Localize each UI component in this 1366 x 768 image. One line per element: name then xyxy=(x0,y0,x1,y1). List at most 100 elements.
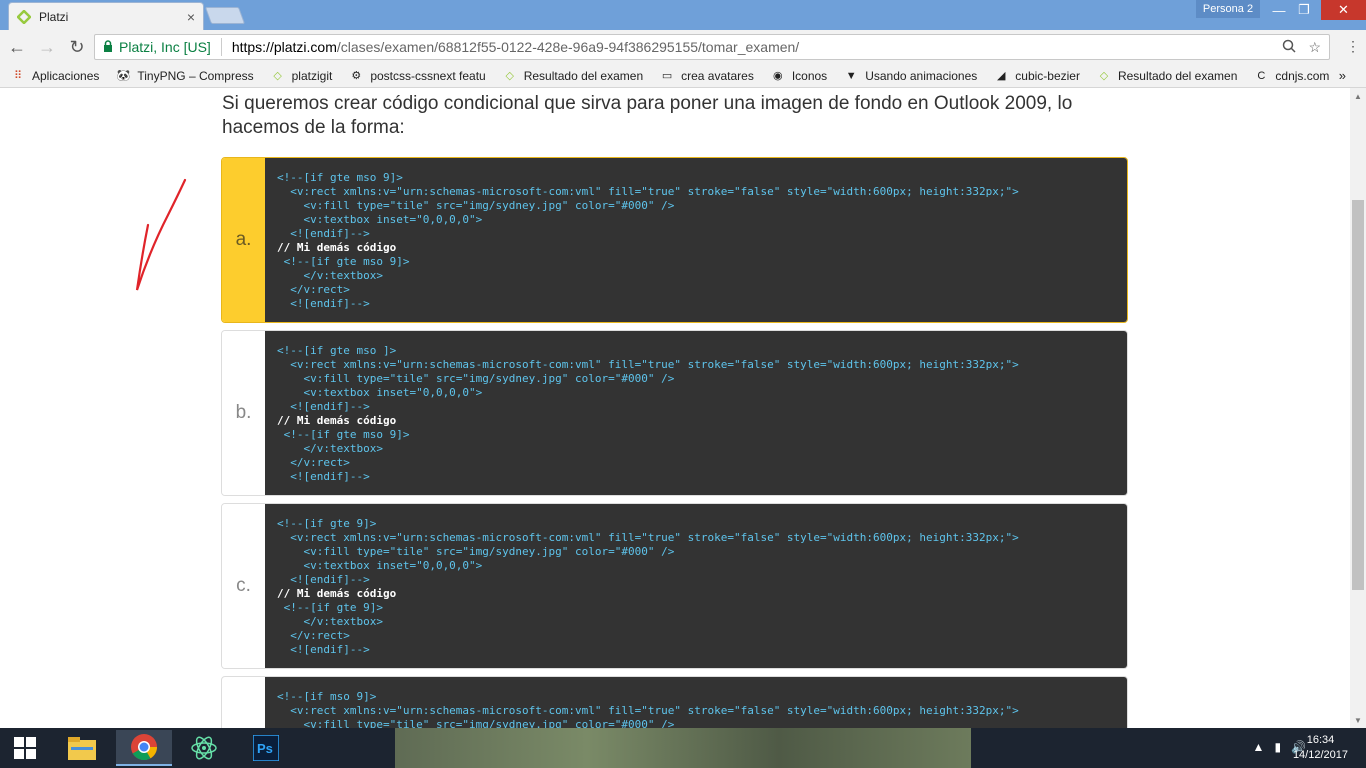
browser-menu-icon[interactable]: ⋮ xyxy=(1346,38,1360,55)
code-line: <![endif]--> xyxy=(277,400,370,413)
site-identity[interactable]: Platzi, Inc [US] xyxy=(119,39,211,55)
bookmark-label: Aplicaciones xyxy=(32,68,100,83)
windows-start-icon[interactable] xyxy=(0,728,50,768)
mdn-icon: ▼ xyxy=(845,69,857,82)
bookmark-label: Iconos xyxy=(791,68,828,83)
answer-code-block: <!--[if gte mso ]> <v:rect xmlns:v="urn:… xyxy=(265,331,1127,495)
chrome-icon[interactable] xyxy=(116,730,172,766)
windows-taskbar: Ps ▲ ▮ 🔊 16:34 14/12/2017 xyxy=(0,728,1366,768)
bookmark-item[interactable]: ⚙ postcss-cssnext featu xyxy=(348,68,485,84)
profile-button[interactable]: Persona 2 xyxy=(1196,0,1260,18)
bookmark-item[interactable]: ◢ cubic-bezier xyxy=(993,68,1080,84)
apps-grid-icon: ⠿ xyxy=(13,70,23,82)
page-content: Si queremos crear código condicional que… xyxy=(0,88,1350,728)
platzi-icon: ◇ xyxy=(273,70,282,82)
answer-option-letter: c. xyxy=(222,504,265,668)
maximize-icon[interactable]: ❐ xyxy=(1287,0,1321,20)
answer-option[interactable]: a. <!--[if gte mso 9]> <v:rect xmlns:v="u… xyxy=(221,157,1128,323)
code-line: <!--[if gte mso 9]> xyxy=(277,171,403,184)
bookmark-star-icon[interactable]: ☆ xyxy=(1308,39,1321,56)
bookmark-item[interactable]: ▼ Usando animaciones xyxy=(843,68,978,84)
page-icon: ▭ xyxy=(661,70,673,82)
new-tab-button[interactable] xyxy=(204,7,246,24)
address-bar[interactable]: Platzi, Inc [US] https://platzi.com /cla… xyxy=(94,34,1330,60)
code-line: <!--[if mso 9]> xyxy=(277,690,377,703)
code-line: <v:fill type="tile" src="img/sydney.jpg"… xyxy=(277,372,675,385)
bookmark-item[interactable]: 🐼 TinyPNG – Compress xyxy=(115,68,254,84)
photoshop-icon[interactable]: Ps xyxy=(238,730,294,766)
bookmark-label: cubic-bezier xyxy=(1015,68,1080,83)
postcss-icon: ⚙ xyxy=(351,70,362,82)
bookmark-item[interactable]: Ccdnjs.com xyxy=(1253,68,1329,84)
iconos-icon: ◉ xyxy=(773,70,783,82)
answer-code-block: <!--[if gte mso 9]> <v:rect xmlns:v="urn… xyxy=(265,158,1127,322)
platzi-icon: ◇ xyxy=(505,70,514,82)
code-line: <![endif]--> xyxy=(277,470,370,483)
platzi-icon: ◇ xyxy=(1099,70,1109,82)
code-line: <!--[if gte mso 9]> xyxy=(277,428,410,441)
cubic-icon: ◢ xyxy=(997,70,1006,82)
code-line: <![endif]--> xyxy=(277,227,370,240)
svg-text:Ps: Ps xyxy=(257,741,273,756)
tab-title: Platzi xyxy=(39,9,69,24)
browser-tab[interactable]: Platzi × xyxy=(8,2,204,30)
answer-option[interactable]: c. <!--[if gte 9]> <v:rect xmlns:v="urn:s… xyxy=(221,503,1128,669)
system-clock[interactable]: 16:34 14/12/2017 xyxy=(1293,733,1348,763)
bookmark-label: Usando animaciones xyxy=(865,68,978,83)
answer-option[interactable]: d.<!--[if mso 9]> <v:rect xmlns:v="urn:s… xyxy=(221,676,1128,728)
code-line: </v:textbox> xyxy=(277,442,383,455)
code-line: </v:textbox> xyxy=(277,615,383,628)
bookmark-label: Resultado del examen xyxy=(1117,68,1238,83)
title-bar: Platzi × Persona 2 — ❐ ✕ xyxy=(0,0,1366,30)
wallpaper-preview xyxy=(395,728,971,768)
omnibox-divider xyxy=(220,38,222,56)
code-line: <![endif]--> xyxy=(277,573,370,586)
code-line: </v:rect> xyxy=(277,456,350,469)
url-host: https://platzi.com xyxy=(231,39,337,55)
back-icon[interactable]: ← xyxy=(4,34,30,60)
code-line: <v:rect xmlns:v="urn:schemas-microsoft-c… xyxy=(277,704,1019,717)
code-line: <![endif]--> xyxy=(277,297,370,310)
page-scrollbar[interactable]: ▲ ▼ xyxy=(1350,88,1366,728)
bookmarks-bar: ⠿ Aplicaciones 🐼 TinyPNG – Compress ◇ platzig… xyxy=(0,64,1366,88)
bookmark-item[interactable]: ◉ Iconos xyxy=(770,68,827,84)
lock-icon xyxy=(103,39,113,55)
code-line: <!--[if gte mso ]> xyxy=(277,344,397,357)
bookmark-label: platzigit xyxy=(291,68,333,83)
scroll-down-icon[interactable]: ▼ xyxy=(1350,712,1366,728)
reload-icon[interactable]: ↻ xyxy=(64,34,90,60)
bookmark-item[interactable]: ◇ Resultado del examen xyxy=(502,68,643,84)
bookmark-item[interactable]: ◇ platzigit xyxy=(270,68,333,84)
more-bookmarks-icon[interactable]: » xyxy=(1339,68,1346,83)
answer-option-letter: b. xyxy=(222,331,265,495)
zoom-search-icon[interactable] xyxy=(1282,39,1296,56)
bookmark-item[interactable]: ◇ Resultado del examen xyxy=(1096,68,1238,84)
code-line: </v:rect> xyxy=(277,629,350,642)
browser-toolbar: ← → ↻ Platzi, Inc [US] https://platzi.co… xyxy=(0,30,1366,64)
answer-option-letter: a. xyxy=(222,158,265,322)
bookmark-item[interactable]: ⠿ Aplicaciones xyxy=(10,68,99,84)
answer-option[interactable]: b. <!--[if gte mso ]> <v:rect xmlns:v="ur… xyxy=(221,330,1128,496)
atom-icon[interactable] xyxy=(176,730,232,766)
window-close-icon[interactable]: ✕ xyxy=(1321,0,1366,20)
tab-close-icon[interactable]: × xyxy=(187,9,195,25)
code-line: <![endif]--> xyxy=(277,643,370,656)
bookmark-label: TinyPNG – Compress xyxy=(137,68,254,83)
scrollbar-thumb[interactable] xyxy=(1352,200,1364,590)
handwritten-check-mark xyxy=(135,178,187,291)
code-line: <!--[if gte 9]> xyxy=(277,517,377,530)
tray-expand-icon[interactable]: ▲ xyxy=(1253,740,1265,754)
bookmark-label: postcss-cssnext featu xyxy=(370,68,486,83)
cdnjs-icon: C xyxy=(1257,69,1266,82)
battery-icon[interactable]: ▮ xyxy=(1274,740,1281,754)
code-line: <v:fill type="tile" src="img/sydney.jpg"… xyxy=(277,718,675,728)
bookmark-item[interactable]: ▭ crea avatares xyxy=(659,68,754,84)
forward-icon[interactable]: → xyxy=(34,34,60,60)
file-explorer-icon[interactable] xyxy=(54,730,110,766)
answer-code-block: <!--[if gte 9]> <v:rect xmlns:v="urn:sch… xyxy=(265,504,1127,668)
panda-icon: 🐼 xyxy=(116,70,131,82)
code-line: <v:textbox inset="0,0,0,0"> xyxy=(277,386,483,399)
code-line: </v:rect> xyxy=(277,283,350,296)
scroll-up-icon[interactable]: ▲ xyxy=(1350,88,1366,104)
answer-code-block: <!--[if mso 9]> <v:rect xmlns:v="urn:sch… xyxy=(265,677,1127,728)
